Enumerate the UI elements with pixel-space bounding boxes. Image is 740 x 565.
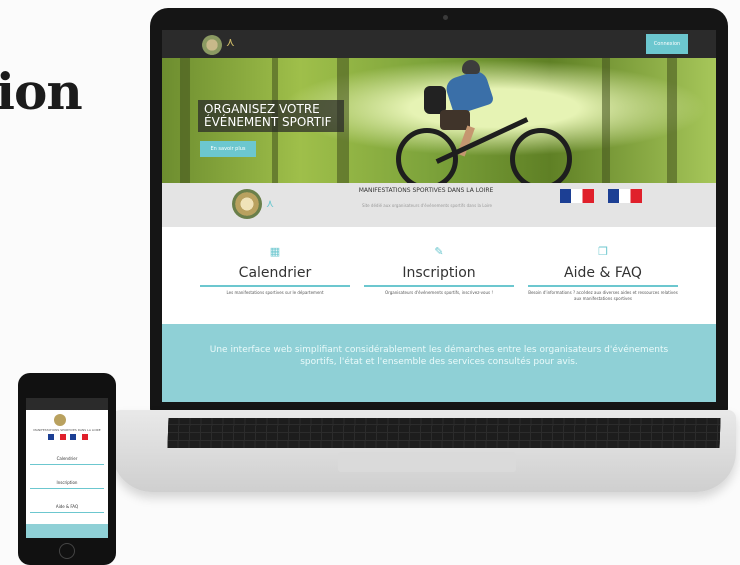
service-title[interactable]: Calendrier [200, 265, 350, 281]
service-aide-faq[interactable]: ❐ Aide & FAQ Besoin d'informations ? acc… [528, 245, 678, 302]
hero-banner: ORGANISEZ VOTRE ÉVÉNEMENT SPORTIF En sav… [162, 58, 716, 183]
service-inscription[interactable]: ✎ Inscription Organisateurs d'événements… [364, 245, 514, 296]
laptop-trackpad [338, 452, 516, 472]
phone-item-inscription[interactable]: Inscription [30, 480, 104, 489]
info-band: ⋏ MANIFESTATIONS SPORTIVES DANS LA LOIRE… [162, 183, 716, 227]
french-flag-icon [608, 189, 642, 203]
hero-title: ORGANISEZ VOTRE ÉVÉNEMENT SPORTIF [198, 100, 344, 132]
site-navbar: ⋏ Connexion [162, 30, 716, 58]
tree-trunk [180, 58, 190, 183]
phone-footer-band [26, 524, 108, 538]
phone-band-title: MANIFESTATIONS SPORTIVES DANS LA LOIRE [33, 428, 101, 432]
service-divider [364, 285, 514, 287]
service-divider [200, 285, 350, 287]
organization-logo [232, 189, 262, 219]
phone-item-label: Aide & FAQ [55, 504, 79, 509]
service-title[interactable]: Aide & FAQ [528, 265, 678, 281]
phone-divider [30, 488, 104, 489]
logo-figure-icon: ⋏ [266, 197, 275, 210]
service-description: Organisateurs d'événements sportifs, ins… [385, 290, 493, 295]
laptop-screen: ⋏ Connexion ORGANISEZ VOTRE ÉVÉNEMENT SP… [162, 30, 716, 402]
phone-divider [30, 464, 104, 465]
phone-screen: MANIFESTATIONS SPORTIVES DANS LA LOIRE C… [26, 398, 108, 538]
headline-fragment: ion [0, 62, 83, 121]
edit-icon: ✎ [434, 245, 444, 258]
phone-item-label: Calendrier [56, 456, 78, 461]
phone-divider [30, 512, 104, 513]
tagline-band: Une interface web simplifiant considérab… [162, 324, 716, 402]
cyclist-body [443, 68, 495, 116]
book-icon: ❐ [598, 245, 608, 258]
services-section: ▦ Calendrier Les manifestations sportive… [162, 227, 716, 324]
french-flag-icon [560, 189, 594, 203]
hero-cta-button[interactable]: En savoir plus [200, 141, 256, 157]
service-calendrier[interactable]: ▦ Calendrier Les manifestations sportive… [200, 245, 350, 296]
phone-navbar [26, 398, 108, 410]
service-description: Besoin d'informations ? accédez aux dive… [528, 290, 678, 301]
band-title: MANIFESTATIONS SPORTIVES DANS LA LOIRE [358, 187, 494, 194]
tagline-text: Une interface web simplifiant considérab… [209, 345, 669, 367]
site-logo[interactable] [202, 35, 222, 55]
tree-trunk [602, 58, 610, 183]
service-divider [528, 285, 678, 287]
logo-mark-icon: ⋏ [226, 35, 235, 49]
tree-trunk [667, 58, 677, 183]
phone-home-button [59, 543, 75, 559]
laptop-keyboard [167, 418, 721, 448]
phone-item-calendrier[interactable]: Calendrier [30, 456, 104, 465]
phone-flags-icon [48, 434, 88, 440]
service-title[interactable]: Inscription [364, 265, 514, 281]
bike-front-wheel [510, 128, 572, 183]
calendar-icon: ▦ [269, 245, 281, 258]
phone-item-aide-faq[interactable]: Aide & FAQ [30, 504, 104, 513]
connexion-button[interactable]: Connexion [646, 34, 688, 54]
cyclist-helmet [462, 60, 480, 74]
camera-dot [443, 15, 448, 20]
phone-logo [54, 414, 66, 426]
phone-item-label: Inscription [56, 480, 78, 485]
service-description: Les manifestations sportives sur le dépa… [226, 290, 324, 295]
band-subtitle: Site dédié aux organisateurs d'événement… [361, 203, 493, 208]
